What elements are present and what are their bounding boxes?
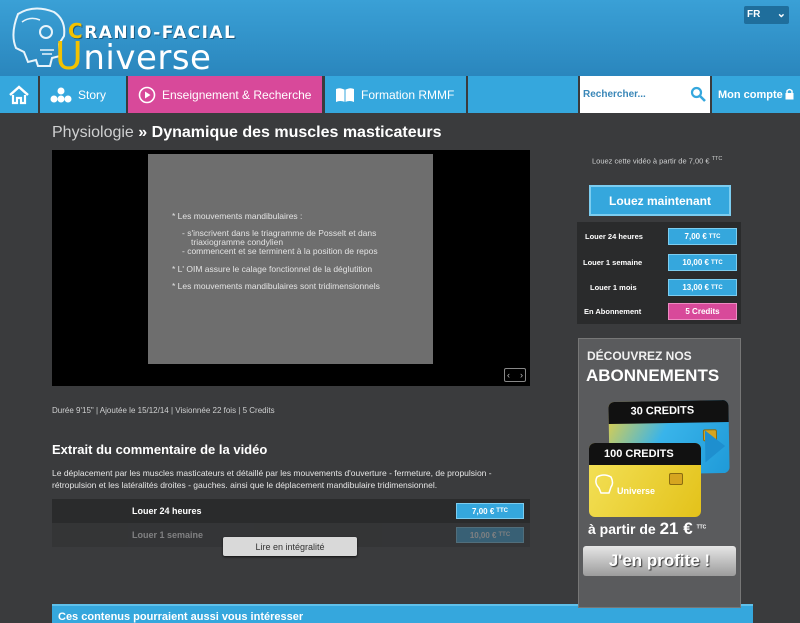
excerpt-body: Le déplacement par les muscles masticate… [52, 468, 492, 490]
price-button[interactable]: 10,00 € TTC [668, 254, 737, 271]
price-button[interactable]: 13,00 € TTC [668, 279, 737, 296]
video-slide: * Les mouvements mandibulaires : - s'ins… [148, 154, 433, 364]
credit-card-100: 100 CREDITS Universe [589, 443, 701, 517]
card-brand: Universe [617, 486, 656, 496]
chip-icon [669, 473, 683, 485]
main-nav: Story Enseignement & Recherche Formation… [0, 76, 800, 113]
slide-line: - commencent et se terminent à la positi… [182, 246, 378, 256]
language-select[interactable]: FR ⌄ [744, 6, 789, 24]
related-title: Ces contenus pourraient aussi vous intér… [58, 611, 304, 623]
rent-row-label: Louer 24 heures [132, 506, 202, 516]
book-icon [335, 87, 355, 103]
offer-label: En Abonnement [584, 307, 642, 316]
site-header: CRANIO-FACIAL Universe FR ⌄ [0, 0, 800, 78]
offer-label: Louer 1 semaine [583, 258, 643, 267]
offer-row: Louer 24 heures 7,00 € TTC [577, 224, 741, 249]
nav-home[interactable] [0, 76, 38, 113]
nav-spacer [468, 76, 578, 113]
offer-row: Louer 1 mois 13,00 € TTC [577, 275, 741, 300]
card-30-label: 30 CREDITS [630, 404, 695, 418]
nav-enseignement-label: Enseignement & Recherche [162, 87, 312, 102]
search-input[interactable]: Rechercher... [583, 89, 646, 100]
promo-cta-button[interactable]: J'en profite ! [583, 546, 736, 576]
language-value: FR [747, 9, 761, 20]
excerpt-title: Extrait du commentaire de la vidéo [52, 442, 268, 457]
video-meta: Durée 9'15" | Ajoutée le 15/12/14 | Visi… [52, 406, 275, 415]
video-player[interactable]: * Les mouvements mandibulaires : - s'ins… [52, 150, 530, 386]
offer-label: Louer 1 mois [590, 283, 637, 292]
search-box[interactable]: Rechercher... [580, 76, 710, 113]
price-button[interactable]: 7,00 € TTC [668, 228, 737, 245]
page-title: Dynamique des muscles masticateurs [151, 124, 442, 141]
slide-line: * Les mouvements mandibulaires : [172, 211, 303, 221]
read-more-button[interactable]: Lire en intégralité [223, 537, 357, 556]
skull-logo-icon [595, 474, 614, 494]
nav-formation-label: Formation RMMF [361, 87, 455, 102]
nav-formation[interactable]: Formation RMMF [325, 76, 466, 113]
promo-price: à partir de 21 € TTC [588, 519, 707, 538]
account-label: Mon compte [718, 88, 783, 101]
price-button[interactable]: 10,00 € TTC [456, 527, 524, 543]
chevron-down-icon: ⌄ [776, 8, 786, 20]
offer-label: Louer 24 heures [585, 232, 643, 241]
breadcrumb-separator: » [138, 124, 148, 141]
rent-now-button[interactable]: Louez maintenant [589, 185, 731, 216]
nav-story-label: Story [78, 87, 107, 102]
promo-line2: ABONNEMENTS [586, 366, 720, 385]
home-icon [9, 84, 29, 104]
card-100-label: 100 CREDITS [604, 448, 674, 460]
subscription-promo-banner[interactable]: DÉCOUVREZ NOS ABONNEMENTS 30 CREDITS 100… [578, 338, 741, 608]
search-icon[interactable] [690, 86, 706, 102]
account-button[interactable]: Mon compte [712, 76, 800, 113]
fullscreen-icon[interactable]: ‹ › [504, 368, 526, 382]
price-button[interactable]: 7,00 € TTC [456, 503, 524, 519]
rent-row-label: Louer 1 semaine [132, 530, 204, 540]
molecule-icon [50, 87, 72, 103]
slide-line: * Les mouvements mandibulaires sont trid… [172, 281, 380, 291]
offer-row: Louer 1 semaine 10,00 € TTC [577, 250, 741, 275]
slide-line: * L' OIM assure le calage fonctionnel de… [172, 264, 373, 274]
logo-text-main: Universe [55, 34, 212, 78]
rent-row: Louer 24 heures 7,00 € TTC [52, 499, 530, 523]
nav-enseignement[interactable]: Enseignement & Recherche [128, 76, 322, 113]
nav-story[interactable]: Story [40, 76, 126, 113]
play-arrow-icon [704, 430, 726, 463]
offer-list: Louer 24 heures 7,00 € TTC Louer 1 semain… [577, 222, 741, 324]
breadcrumb-category[interactable]: Physiologie [52, 124, 134, 141]
lock-icon [785, 88, 794, 100]
promo-line1: DÉCOUVREZ NOS [587, 349, 692, 363]
rent-from-text: Louez cette vidéo à partir de 7,00 € TTC [592, 156, 723, 166]
breadcrumb: Physiologie » Dynamique des muscles mast… [52, 124, 442, 142]
subscription-button[interactable]: 5 Credits [668, 303, 737, 320]
play-circle-icon [138, 86, 156, 104]
offer-row: En Abonnement 5 Credits [577, 299, 741, 324]
